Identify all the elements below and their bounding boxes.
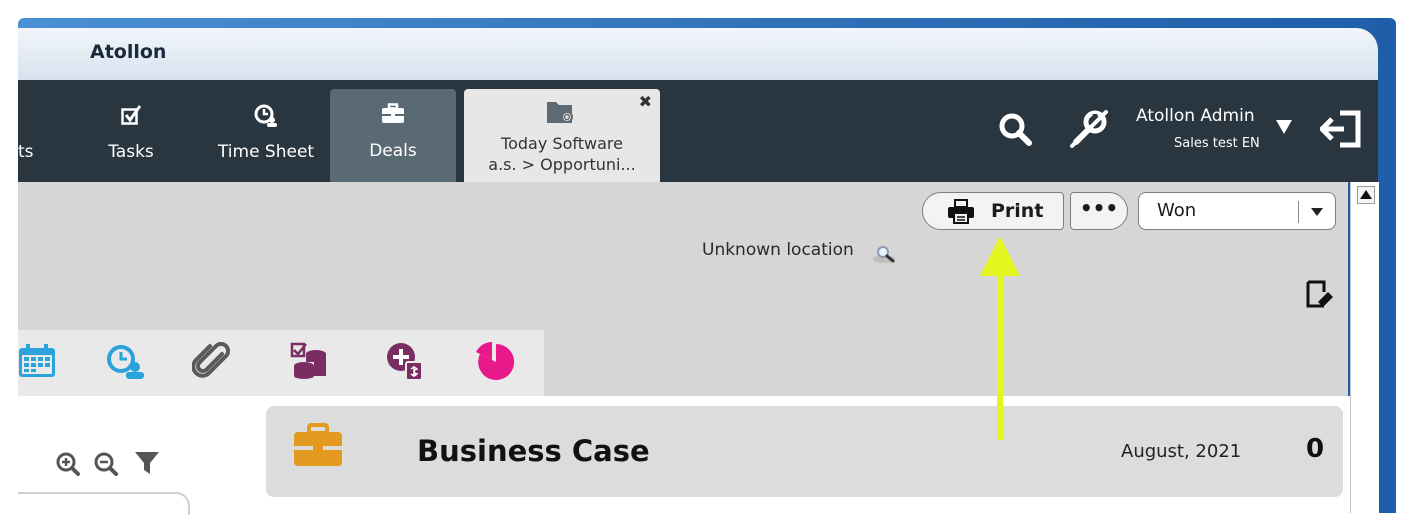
status-value: Won [1157,200,1197,221]
nav-item-deals[interactable]: Deals [330,89,456,182]
user-subtitle: Sales test EN [1174,136,1260,151]
filter-icon[interactable] [134,450,160,480]
logout-icon[interactable] [1318,110,1362,152]
status-select[interactable]: Won [1138,192,1336,230]
case-date: August, 2021 [1121,441,1242,462]
zoom-out-icon[interactable] [94,452,118,480]
case-title: Business Case [417,434,650,468]
tree-panel [18,492,190,515]
location-text: Unknown location [702,240,854,260]
record-icon-tabs [18,330,544,396]
nav-item-label: Deals [369,141,417,161]
more-actions-button[interactable]: ••• [1070,192,1128,230]
clock-user-icon [214,104,318,130]
briefcase-icon [330,103,456,129]
folder-search-icon [546,99,578,130]
tab-label-line2: a.s. > Opportuni... [488,155,636,174]
scroll-up-button[interactable] [1357,186,1375,204]
app-title: Atollon [90,41,167,63]
vertical-scrollbar[interactable] [1350,182,1379,513]
nav-item-label: Time Sheet [217,142,315,162]
tab-label-line1: Today Software [501,134,623,153]
budget-icon[interactable] [290,342,330,384]
nav-item-label: Tasks [108,142,154,162]
checkbox-icon [96,104,166,130]
location-search-icon[interactable] [873,244,899,268]
print-label: Print [991,200,1044,222]
select-divider [1298,201,1299,223]
pie-chart-icon[interactable] [476,342,516,386]
nav-item-label: ts [18,142,34,162]
user-name[interactable]: Atollon Admin [1136,106,1255,126]
close-icon[interactable]: ✖ [639,91,652,112]
calendar-icon[interactable] [18,344,56,382]
nav-item-time-sheet[interactable]: Time Sheet [214,90,318,182]
search-icon[interactable] [998,112,1032,150]
user-menu-chevron-down-icon[interactable] [1276,120,1292,134]
edit-document-icon[interactable] [1306,280,1336,312]
print-button[interactable]: Print [922,192,1064,230]
briefcase-icon [293,423,343,473]
time-entry-icon[interactable] [106,344,146,384]
arrow-up-icon [1360,190,1372,199]
attachment-icon[interactable] [191,341,232,386]
chevron-down-icon [1311,208,1323,216]
add-expense-icon[interactable] [386,342,426,386]
case-count: 0 [1306,434,1325,464]
nav-item-partial[interactable]: ts [18,90,38,182]
printer-icon [947,198,975,228]
annotation-arrow-head [980,236,1020,276]
nav-item-tasks[interactable]: Tasks [96,90,166,182]
settings-wrench-icon[interactable] [1068,108,1110,154]
annotation-arrow-shaft [997,272,1003,440]
zoom-in-icon[interactable] [56,452,80,480]
tab-opportunity[interactable]: ✖ Today Software a.s. > Opportuni... [464,89,660,183]
title-bar [18,28,1378,80]
